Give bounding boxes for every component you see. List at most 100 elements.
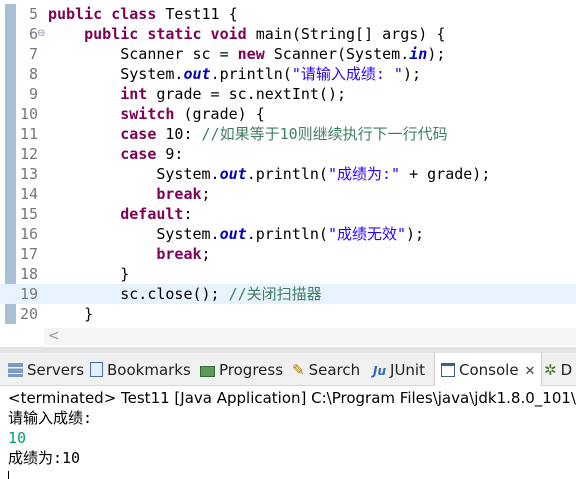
- code-line[interactable]: 5 public class Test11 {: [0, 4, 576, 24]
- code-token: 9:: [165, 145, 184, 163]
- line-number: 7: [28, 45, 38, 63]
- code-text: public static void main(String[] args) {: [48, 24, 445, 44]
- tab-console[interactable]: Console ✕: [434, 353, 543, 386]
- tab-progress[interactable]: Progress: [200, 353, 283, 385]
- code-token: System.: [48, 165, 220, 183]
- code-line[interactable]: 14 break;: [0, 184, 576, 204]
- junit-icon: Ju: [373, 364, 387, 378]
- code-text: case 9:: [48, 144, 183, 164]
- code-line[interactable]: 8 System.out.println("请输入成绩: ");: [0, 64, 576, 84]
- code-token: );: [406, 225, 425, 243]
- horizontal-scrollbar[interactable]: <: [44, 328, 576, 345]
- line-number: 15: [19, 205, 38, 223]
- tab-junit[interactable]: Ju JUnit: [373, 353, 425, 385]
- code-token: break: [156, 185, 202, 203]
- code-token: case: [120, 125, 166, 143]
- code-token: }: [48, 265, 130, 283]
- code-token: sc.close();: [48, 285, 229, 303]
- text-cursor: [8, 471, 9, 479]
- line-number: 16: [19, 225, 38, 243]
- code-lines[interactable]: 5 public class Test11 {6 ⊖ public static v…: [0, 4, 576, 324]
- code-token: Scanner(System.: [273, 45, 410, 63]
- tab-search[interactable]: ✎ Search: [292, 353, 360, 385]
- tab-search-label: Search: [308, 361, 361, 379]
- code-text: Scanner sc = new Scanner(System.in);: [48, 44, 445, 64]
- servers-icon: [8, 363, 23, 377]
- code-line[interactable]: 6 ⊖ public static void main(String[] args…: [0, 24, 576, 44]
- code-text: System.out.println("请输入成绩: ");: [48, 64, 421, 84]
- code-text: public class Test11 {: [48, 4, 238, 24]
- close-icon[interactable]: ✕: [525, 364, 536, 379]
- code-token: //关闭扫描器: [228, 285, 322, 303]
- code-line[interactable]: 11 case 10: //如果等于10则继续执行下一行代码: [0, 124, 576, 144]
- console-input-line: 10: [8, 429, 27, 447]
- line-number: 13: [19, 165, 38, 183]
- code-token: );: [402, 65, 422, 83]
- code-line[interactable]: 10 switch (grade) {: [0, 104, 576, 124]
- fold-toggle-icon[interactable]: ⊖: [37, 24, 45, 44]
- code-line[interactable]: 19 sc.close(); //关闭扫描器: [0, 284, 576, 304]
- code-token: "成绩为:": [327, 165, 401, 183]
- console-prompt-line[interactable]: [8, 468, 576, 479]
- code-text: }: [48, 264, 129, 284]
- line-number: 14: [19, 185, 38, 203]
- code-token: default: [120, 205, 184, 223]
- code-token: .println(: [246, 225, 328, 243]
- code-token: out: [219, 165, 247, 183]
- console-status-header: <terminated> Test11 [Java Application] C…: [8, 389, 576, 407]
- code-token: out: [219, 225, 247, 243]
- code-token: "成绩无效": [327, 225, 407, 243]
- code-token: in: [409, 45, 428, 63]
- tab-junit-label: JUnit: [390, 361, 425, 379]
- code-line[interactable]: 9 int grade = sc.nextInt();: [0, 84, 576, 104]
- code-text: break;: [48, 184, 210, 204]
- console-icon: [441, 363, 455, 377]
- code-line[interactable]: 17 break;: [0, 244, 576, 264]
- code-token: .println(: [210, 65, 292, 83]
- code-token: grade = sc.nextInt();: [156, 85, 347, 103]
- code-token: break: [156, 245, 202, 263]
- code-token: );: [427, 45, 446, 63]
- code-line[interactable]: 20 }: [0, 304, 576, 324]
- code-token: int: [120, 85, 157, 103]
- code-token: System.: [48, 225, 220, 243]
- code-line[interactable]: 16 System.out.println("成绩无效");: [0, 224, 576, 244]
- code-token: public static void: [84, 25, 256, 43]
- bookmarks-icon: [90, 362, 103, 377]
- tab-bookmarks[interactable]: Bookmarks: [90, 353, 191, 385]
- scroll-left-icon[interactable]: <: [48, 328, 60, 345]
- code-token: (grade) {: [183, 105, 265, 123]
- code-text: switch (grade) {: [48, 104, 265, 124]
- code-token: new: [237, 45, 274, 63]
- code-line[interactable]: 13 System.out.println("成绩为:" + grade);: [0, 164, 576, 184]
- code-token: public class: [48, 5, 166, 23]
- tab-bookmarks-label: Bookmarks: [107, 361, 191, 379]
- code-editor[interactable]: 5 public class Test11 {6 ⊖ public static v…: [0, 0, 576, 347]
- code-token: ;: [201, 245, 211, 263]
- code-line[interactable]: 15 default:: [0, 204, 576, 224]
- console-output-line: 请输入成绩:: [8, 409, 93, 427]
- code-token: .println(: [246, 165, 328, 183]
- line-number: 17: [19, 245, 38, 263]
- code-token: switch: [120, 105, 184, 123]
- code-token: }: [48, 305, 94, 323]
- line-number: 10: [19, 105, 38, 123]
- tab-debug[interactable]: ✲ D: [544, 353, 572, 385]
- console-lines[interactable]: 请输入成绩: 10 成绩为:10: [8, 408, 576, 479]
- bottom-view-tabs: Servers Bookmarks Progress ✎ Search Ju JUn…: [0, 353, 576, 386]
- code-token: "请输入成绩: ": [291, 65, 403, 83]
- line-number: 20: [19, 305, 38, 323]
- tab-servers[interactable]: Servers: [8, 353, 84, 385]
- line-number: 12: [19, 145, 38, 163]
- code-line[interactable]: 12 case 9:: [0, 144, 576, 164]
- code-token: Test11 {: [165, 5, 238, 23]
- code-line[interactable]: 18 }: [0, 264, 576, 284]
- console-output[interactable]: <terminated> Test11 [Java Application] C…: [0, 386, 576, 479]
- line-number: 6: [28, 25, 38, 43]
- code-line[interactable]: 7 Scanner sc = new Scanner(System.in);: [0, 44, 576, 64]
